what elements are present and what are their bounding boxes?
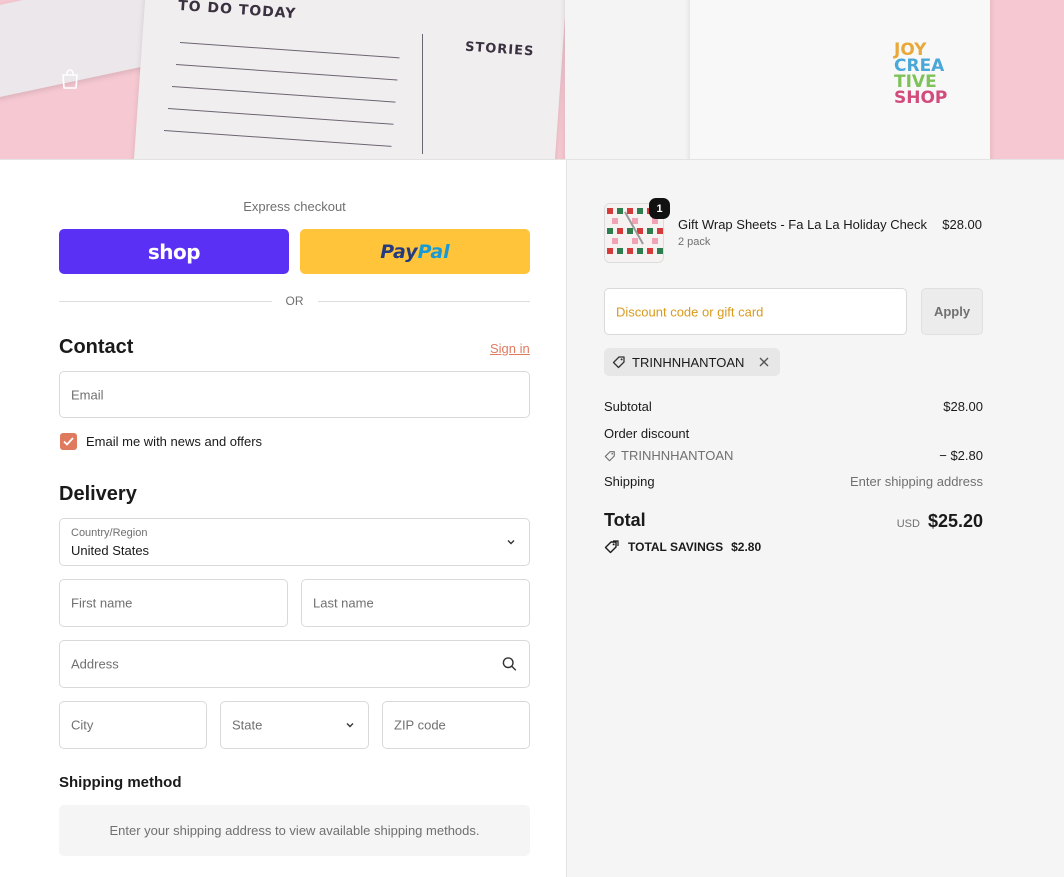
total-row: Total USD $25.20 bbox=[604, 510, 983, 531]
shopping-bag-icon[interactable] bbox=[60, 68, 80, 90]
savings-value: $2.80 bbox=[731, 540, 762, 554]
discount-code-line: TRINHNHANTOAN bbox=[604, 448, 733, 463]
city-field[interactable]: City bbox=[59, 701, 207, 749]
express-checkout-label: Express checkout bbox=[243, 199, 346, 214]
or-divider: OR bbox=[59, 293, 530, 309]
checkout-form: Express checkout shop Pay Pal OR Contact … bbox=[0, 160, 566, 877]
shipping-method-heading: Shipping method bbox=[59, 774, 182, 791]
country-value: United States bbox=[71, 543, 150, 558]
address-placeholder: Address bbox=[71, 656, 119, 672]
country-label: Country/Region bbox=[71, 527, 148, 539]
divider-line bbox=[59, 300, 272, 302]
zip-code-field[interactable]: ZIP code bbox=[382, 701, 530, 749]
first-name-placeholder: First name bbox=[71, 595, 133, 611]
tag-icon bbox=[604, 450, 615, 461]
search-icon[interactable] bbox=[502, 657, 517, 672]
shipping-row: Shipping Enter shipping address bbox=[604, 474, 983, 489]
product-price: $28.00 bbox=[942, 217, 982, 232]
discount-code-text: TRINHNHANTOAN bbox=[621, 448, 734, 463]
state-select[interactable]: State bbox=[220, 701, 369, 749]
or-text: OR bbox=[285, 294, 304, 308]
newsletter-label: Email me with news and offers bbox=[86, 434, 263, 449]
total-label: Total bbox=[604, 510, 646, 530]
paypal-text-pay: Pay bbox=[380, 240, 418, 263]
divider-line bbox=[317, 300, 530, 302]
paypal-text-pal: Pal bbox=[417, 240, 450, 263]
email-field[interactable]: Email bbox=[59, 371, 530, 418]
quantity-badge: 1 bbox=[649, 198, 670, 219]
discount-amount: − $2.80 bbox=[939, 448, 983, 463]
subtotal-label: Subtotal bbox=[604, 399, 652, 414]
last-name-field[interactable]: Last name bbox=[301, 579, 530, 627]
order-discount-label: Order discount bbox=[604, 426, 690, 441]
shipping-method-notice: Enter your shipping address to view avai… bbox=[59, 805, 530, 856]
banner-notepad bbox=[133, 0, 567, 159]
order-discount-row: Order discount bbox=[604, 426, 983, 441]
paypal-button[interactable]: Pay Pal bbox=[300, 229, 530, 274]
delivery-heading: Delivery bbox=[59, 483, 137, 505]
zip-placeholder: ZIP code bbox=[394, 717, 446, 733]
order-summary: 1 Gift Wrap Sheets - Fa La La Holiday Ch… bbox=[566, 160, 1064, 877]
shop-pay-button[interactable]: shop bbox=[59, 229, 289, 274]
first-name-field[interactable]: First name bbox=[59, 579, 288, 627]
total-amount: $25.20 bbox=[927, 511, 983, 531]
sign-in-link[interactable]: Sign in bbox=[490, 341, 530, 356]
shipping-label: Shipping bbox=[604, 474, 655, 489]
savings-tag-icon bbox=[604, 540, 619, 554]
product-variant: 2 pack bbox=[678, 236, 711, 248]
state-placeholder: State bbox=[232, 717, 263, 733]
discount-placeholder: Discount code or gift card bbox=[616, 304, 764, 319]
applied-code-text: TRINHNHANTOAN bbox=[632, 354, 745, 370]
product-name: Gift Wrap Sheets - Fa La La Holiday Chec… bbox=[678, 217, 928, 232]
discount-code-row: TRINHNHANTOAN − $2.80 bbox=[604, 448, 983, 465]
savings-label: TOTAL SAVINGS bbox=[628, 540, 724, 554]
joy-creative-shop-logo[interactable]: JOY CREA TIVE SHOP bbox=[894, 42, 954, 108]
checkmark-icon bbox=[63, 437, 74, 446]
banner-line bbox=[422, 34, 423, 154]
apply-discount-button[interactable]: Apply bbox=[921, 288, 983, 335]
chevron-down-icon bbox=[507, 540, 515, 545]
city-placeholder: City bbox=[71, 717, 94, 733]
subtotal-row: Subtotal $28.00 bbox=[604, 399, 983, 414]
last-name-placeholder: Last name bbox=[313, 595, 374, 611]
contact-heading: Contact bbox=[59, 336, 134, 358]
header-banner: TO DO TODAY STORIES JOY CREA TIVE SHOP bbox=[0, 0, 1064, 160]
tag-icon bbox=[612, 356, 625, 369]
country-select[interactable]: Country/Region United States bbox=[59, 518, 530, 566]
total-amount-group: USD $25.20 bbox=[897, 511, 983, 532]
applied-discount-chip: TRINHNHANTOAN bbox=[604, 348, 781, 376]
logo-line: SHOP bbox=[894, 88, 948, 108]
email-placeholder: Email bbox=[71, 387, 104, 402]
remove-discount-icon[interactable] bbox=[756, 354, 772, 370]
subtotal-value: $28.00 bbox=[943, 399, 983, 414]
banner-paper bbox=[565, 0, 695, 159]
total-savings: TOTAL SAVINGS $2.80 bbox=[604, 540, 761, 554]
shipping-value: Enter shipping address bbox=[850, 474, 983, 489]
newsletter-checkbox[interactable] bbox=[60, 433, 77, 450]
address-field[interactable]: Address bbox=[59, 640, 530, 688]
discount-code-input[interactable]: Discount code or gift card bbox=[604, 288, 907, 335]
chevron-down-icon bbox=[346, 723, 354, 728]
currency-code: USD bbox=[896, 518, 920, 530]
